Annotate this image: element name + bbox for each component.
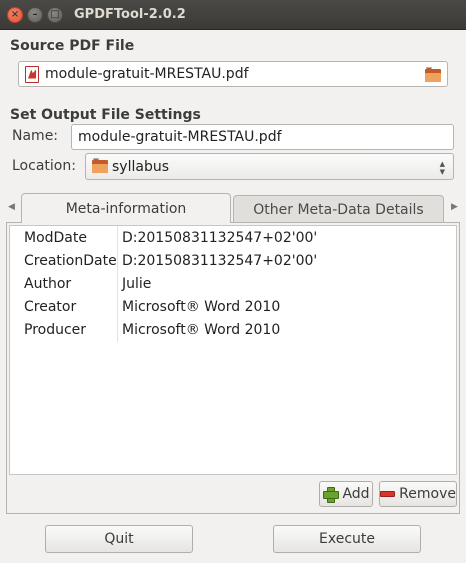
meta-key: Author xyxy=(24,275,72,292)
remove-label: Remove xyxy=(399,486,456,502)
maximize-icon: □ xyxy=(50,9,60,20)
list-item[interactable]: Creator Microsoft® Word 2010 xyxy=(10,295,456,318)
add-label: Add xyxy=(342,486,370,502)
tab-meta-information[interactable]: Meta-information xyxy=(21,193,231,223)
source-file-chooser[interactable]: module-gratuit-MRESTAU.pdf xyxy=(18,61,448,87)
execute-button[interactable]: Execute xyxy=(273,525,421,553)
quit-button[interactable]: Quit xyxy=(45,525,193,553)
execute-label: Execute xyxy=(319,531,375,547)
title-bar[interactable]: × – □ GPDFTool-2.0.2 xyxy=(0,0,466,30)
close-window-button[interactable]: × xyxy=(7,7,23,23)
meta-key: CreationDate xyxy=(24,252,117,269)
meta-value: D:20150831132547+02'00' xyxy=(122,252,318,269)
maximize-window-button[interactable]: □ xyxy=(47,7,63,23)
tab-label: Meta-information xyxy=(65,200,187,217)
output-section-heading: Set Output File Settings xyxy=(10,107,201,123)
meta-value: D:20150831132547+02'00' xyxy=(122,229,318,246)
list-item[interactable]: CreationDate D:20150831132547+02'00' xyxy=(10,249,456,272)
meta-information-panel: ModDate D:20150831132547+02'00' Creation… xyxy=(6,222,460,514)
remove-button[interactable]: Remove xyxy=(379,481,457,507)
minus-icon xyxy=(380,491,396,497)
folder-open-icon xyxy=(425,66,441,82)
tab-other-meta-data[interactable]: Other Meta-Data Details xyxy=(233,195,444,223)
meta-value: Microsoft® Word 2010 xyxy=(122,298,281,315)
minimize-icon: – xyxy=(32,9,38,20)
source-file-value: module-gratuit-MRESTAU.pdf xyxy=(45,66,249,82)
output-name-input[interactable]: module-gratuit-MRESTAU.pdf xyxy=(71,124,454,150)
location-label: Location: xyxy=(12,158,76,174)
meta-value: Microsoft® Word 2010 xyxy=(122,321,281,338)
plus-icon xyxy=(322,486,340,503)
meta-key: Creator xyxy=(24,298,77,315)
folder-icon xyxy=(92,158,108,173)
add-button[interactable]: Add xyxy=(319,481,373,507)
list-item[interactable]: Producer Microsoft® Word 2010 xyxy=(10,318,456,341)
quit-label: Quit xyxy=(104,531,134,547)
name-label: Name: xyxy=(12,128,59,144)
tab-scroll-left-icon[interactable]: ◀ xyxy=(8,202,15,212)
minimize-window-button[interactable]: – xyxy=(27,7,43,23)
output-name-value: module-gratuit-MRESTAU.pdf xyxy=(78,129,282,145)
location-value: syllabus xyxy=(112,158,169,175)
window-title: GPDFTool-2.0.2 xyxy=(74,7,186,22)
source-section-heading: Source PDF File xyxy=(10,38,135,54)
pdf-file-icon xyxy=(25,65,39,83)
tab-label: Other Meta-Data Details xyxy=(253,201,424,218)
meta-key: ModDate xyxy=(24,229,87,246)
combo-arrows-icon: ▲ ▼ xyxy=(439,160,445,176)
close-icon: × xyxy=(10,9,20,20)
list-item[interactable]: ModDate D:20150831132547+02'00' xyxy=(10,226,456,249)
location-combo[interactable]: syllabus ▲ ▼ xyxy=(85,153,454,180)
meta-key: Producer xyxy=(24,321,87,338)
meta-value: Julie xyxy=(122,275,152,292)
list-item[interactable]: Author Julie xyxy=(10,272,456,295)
open-file-button[interactable] xyxy=(423,66,443,84)
tab-scroll-right-icon[interactable]: ▶ xyxy=(451,202,458,212)
meta-list[interactable]: ModDate D:20150831132547+02'00' Creation… xyxy=(9,225,457,475)
